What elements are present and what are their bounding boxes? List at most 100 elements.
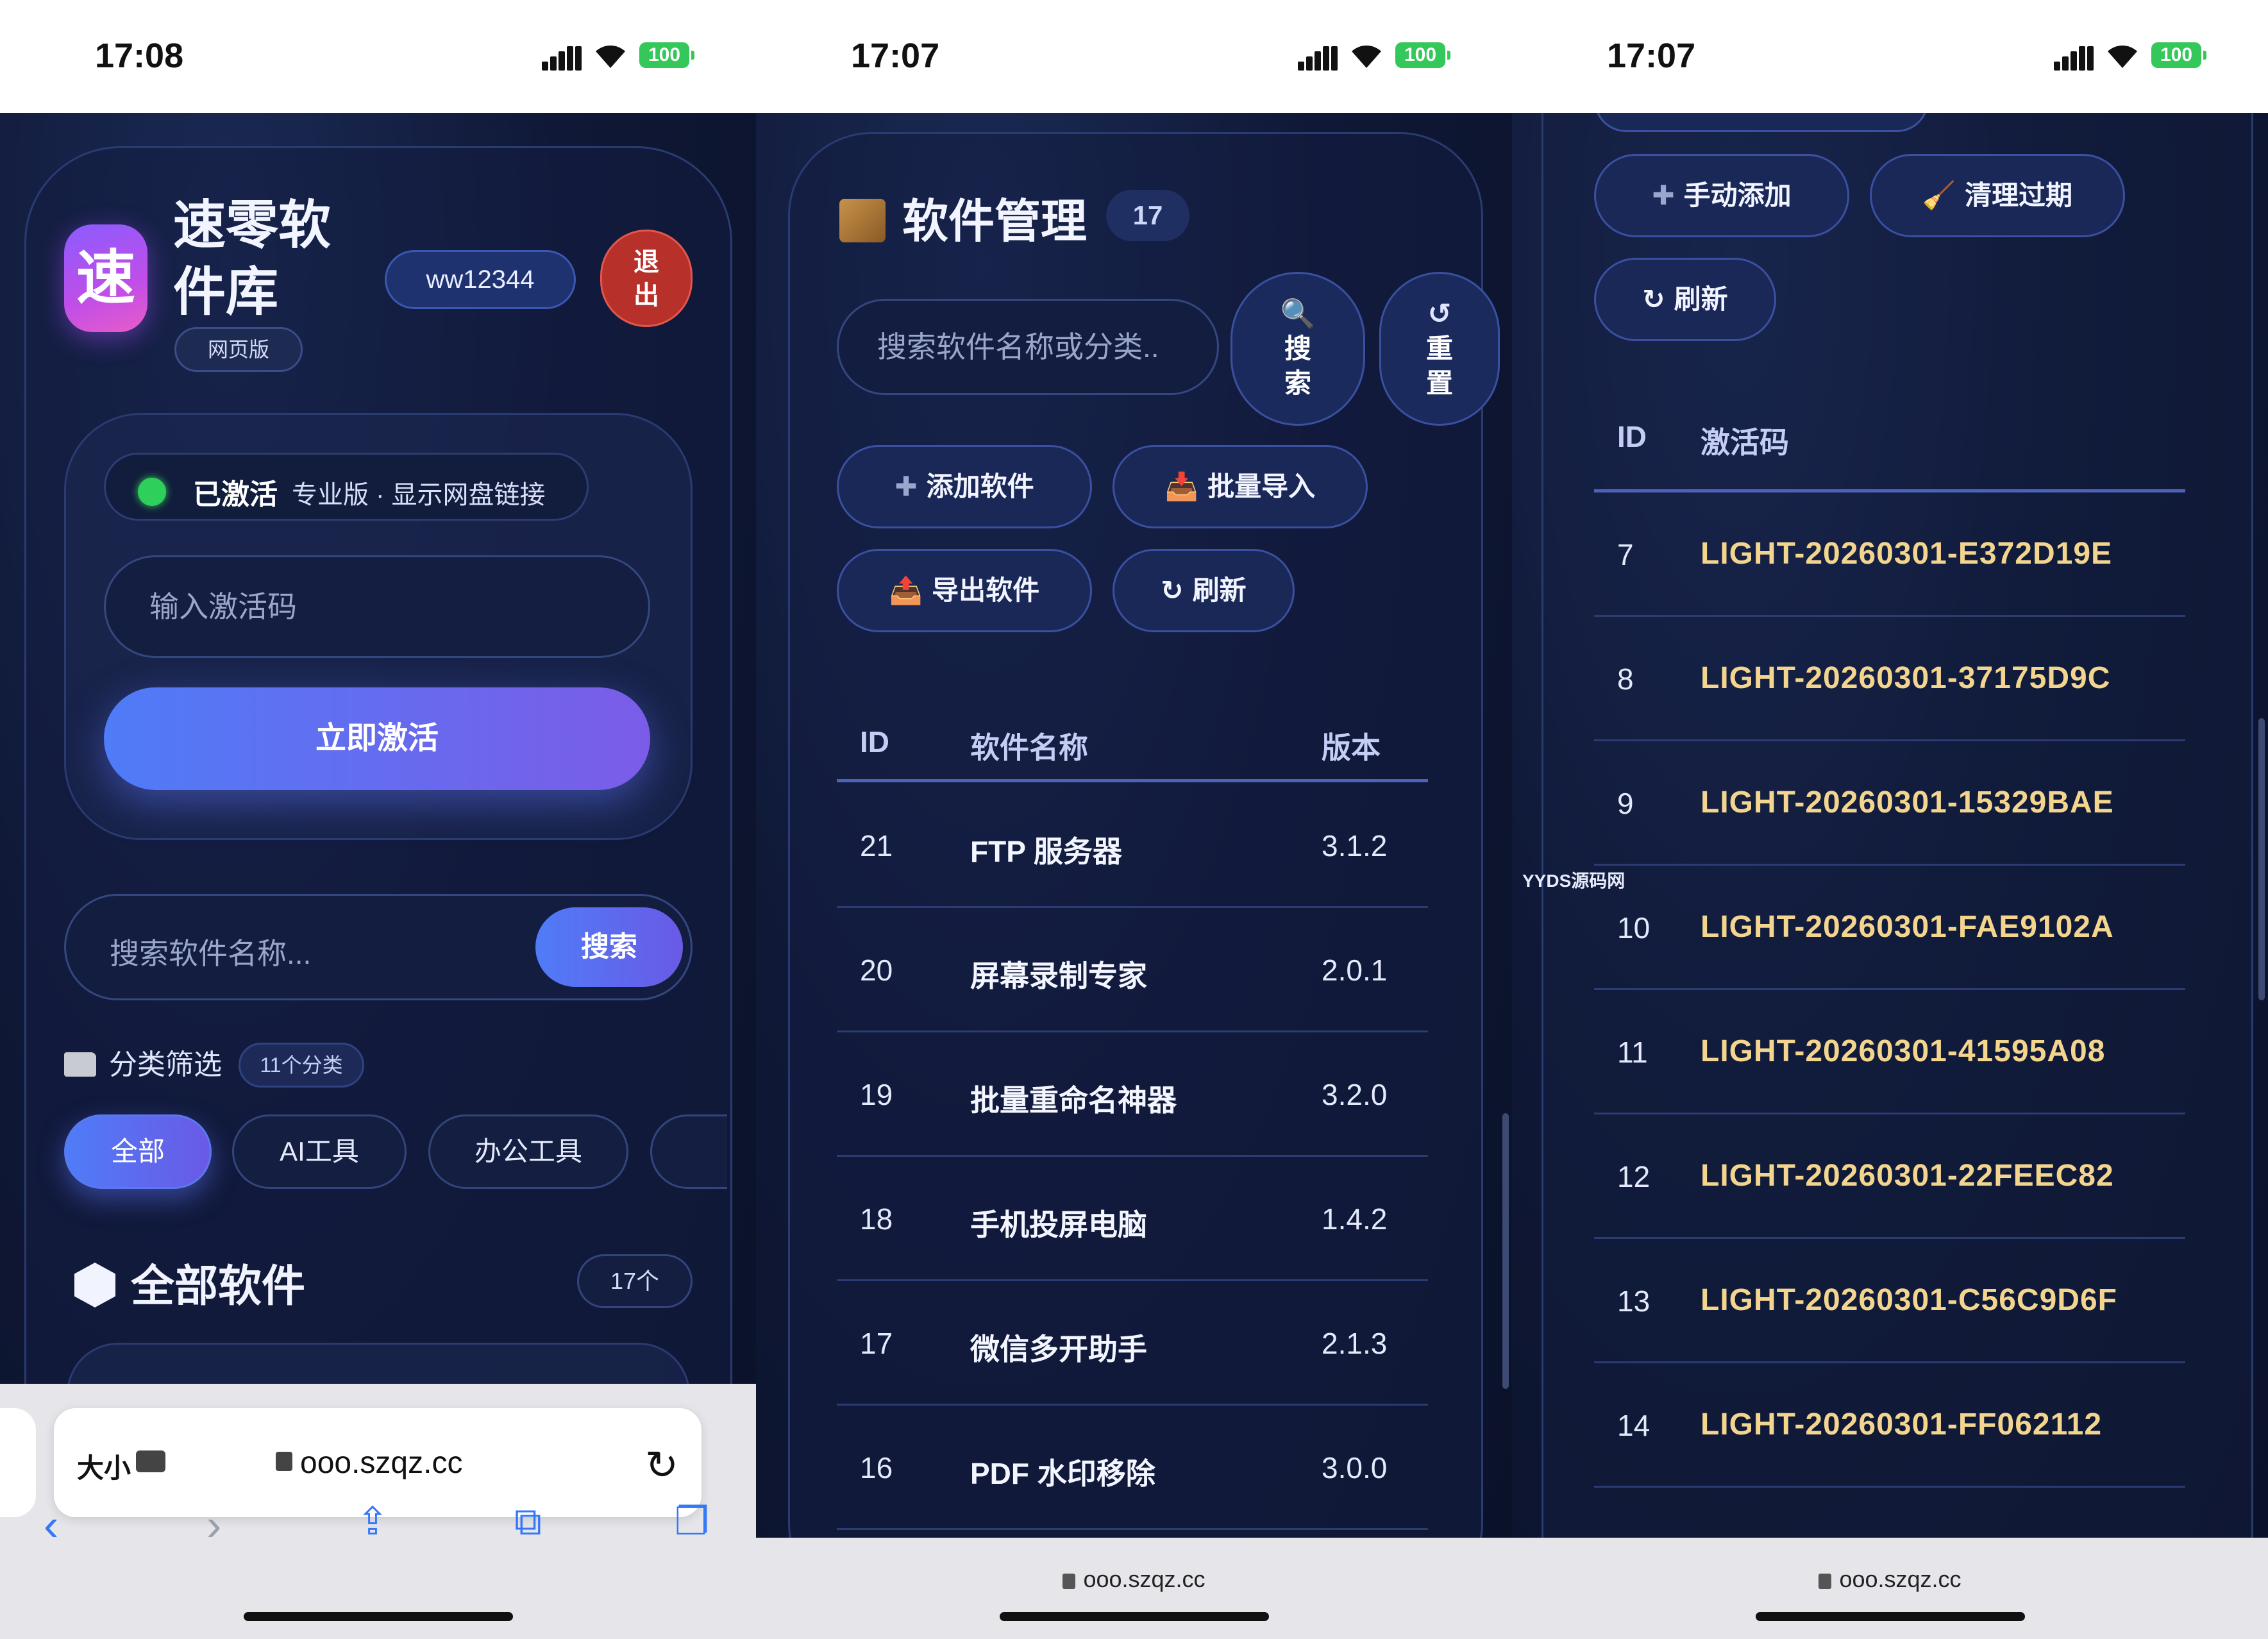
refresh-button[interactable]: ↻ 刷新 xyxy=(1113,549,1295,632)
category-chip-all[interactable]: 全部 xyxy=(64,1114,212,1189)
cell-id: 16 xyxy=(860,1451,893,1484)
web-version-badge: 网页版 xyxy=(174,327,303,372)
status-time: 17:08 xyxy=(95,37,184,75)
table-row[interactable]: 21 FTP 服务器 3.1.2 xyxy=(837,784,1428,908)
software-search-input[interactable]: 搜索软件名称或分类.. xyxy=(837,299,1219,395)
url-text: ooo.szqz.cc xyxy=(300,1446,463,1480)
cell-version: 3.1.2 xyxy=(1322,829,1388,862)
activation-code-input[interactable]: 输入激活码 xyxy=(104,555,650,658)
table-row[interactable]: 20 屏幕录制专家 2.0.1 xyxy=(837,908,1428,1032)
add-software-button[interactable]: ✚ 添加软件 xyxy=(837,445,1092,528)
batch-import-button[interactable]: 📥 批量导入 xyxy=(1113,445,1368,528)
table-row[interactable]: 11 LIGHT-20260301-41595A08 xyxy=(1594,990,2185,1114)
cell-name: FTP 服务器 xyxy=(970,835,1122,868)
cell-version: 3.2.0 xyxy=(1322,1078,1388,1111)
table-row[interactable]: 16 PDF 水印移除 3.0.0 xyxy=(837,1406,1428,1530)
table-row[interactable]: 10 LIGHT-20260301-FAE9102A xyxy=(1594,866,2185,990)
table-row[interactable]: 12 LIGHT-20260301-22FEEC82 xyxy=(1594,1114,2185,1239)
table-row[interactable]: 17 微信多开助手 2.1.3 xyxy=(837,1281,1428,1406)
status-bar: 17:08 100 xyxy=(0,0,756,113)
home-indicator xyxy=(1000,1612,1269,1621)
cell-id: 20 xyxy=(860,954,893,987)
table-row[interactable]: 19 批量重命名神器 3.2.0 xyxy=(837,1032,1428,1157)
share-icon[interactable]: ⇪ xyxy=(357,1499,389,1544)
cell-name: 批量重命名神器 xyxy=(970,1084,1177,1117)
lock-icon xyxy=(1063,1574,1076,1589)
activate-button[interactable]: 立即激活 xyxy=(104,687,650,790)
username-pill[interactable]: ww12344 xyxy=(385,250,576,309)
column-id[interactable]: ID xyxy=(1617,419,1647,454)
category-filter-label: 分类筛选 xyxy=(64,1041,222,1082)
table-row[interactable]: 13 LIGHT-20260301-C56C9D6F xyxy=(1594,1239,2185,1363)
page-title: 软件管理 xyxy=(839,183,1087,251)
url-text[interactable]: ooo.szqz.cc xyxy=(1512,1566,2268,1593)
text-size-button[interactable]: 大小 xyxy=(77,1447,131,1486)
signal-icon xyxy=(1298,45,1338,71)
software-search-input[interactable]: 搜索软件名称... xyxy=(110,930,311,973)
phone-screen-admin-software: 17:07 100 软件管理 17 搜索软件名称或分类.. 🔍 搜 索 ↺ 重 … xyxy=(756,0,1512,1639)
category-chip-more[interactable] xyxy=(650,1114,727,1189)
lock-icon xyxy=(276,1452,292,1471)
browser-toolbar: ooo.szqz.cc xyxy=(756,1538,1512,1639)
category-chip-office[interactable]: 办公工具 xyxy=(428,1114,628,1189)
app-name-line1: 速零软 xyxy=(173,196,332,255)
home-indicator xyxy=(1756,1612,2025,1621)
clean-expired-button[interactable]: 🧹 清理过期 xyxy=(1870,154,2125,237)
cell-code: LIGHT-20260301-41595A08 xyxy=(1701,1034,2106,1068)
logout-button[interactable]: 退 出 xyxy=(600,230,693,327)
all-software-title: 全部软件 xyxy=(131,1262,306,1311)
back-icon[interactable]: ‹ xyxy=(44,1499,58,1551)
cell-name: 手机投屏电脑 xyxy=(970,1208,1147,1241)
reload-icon[interactable]: ↻ xyxy=(645,1441,678,1488)
cell-id: 7 xyxy=(1617,538,1634,571)
reset-button[interactable]: ↺ 重 置 xyxy=(1379,272,1500,426)
export-software-button[interactable]: 📤 导出软件 xyxy=(837,549,1092,632)
cell-version: 2.1.3 xyxy=(1322,1327,1388,1360)
table-row[interactable]: 14 LIGHT-20260301-FF062112 xyxy=(1594,1363,2185,1488)
column-id[interactable]: ID xyxy=(860,725,889,759)
manual-add-label: 手动添加 xyxy=(1683,180,1792,210)
refresh-label: 刷新 xyxy=(1192,575,1247,605)
cell-name: PDF 水印移除 xyxy=(970,1457,1155,1490)
refresh-label: 刷新 xyxy=(1674,284,1728,314)
table-row[interactable]: 7 LIGHT-20260301-E372D19E xyxy=(1594,492,2185,617)
table-row[interactable]: 18 手机投屏电脑 1.4.2 xyxy=(837,1157,1428,1281)
cell-version: 1.4.2 xyxy=(1322,1202,1388,1236)
browser-toolbar: ooo.szqz.cc xyxy=(1512,1538,2268,1639)
broom-icon: 🧹 xyxy=(1922,180,1956,210)
status-bar: 17:07 100 xyxy=(756,0,1512,113)
lock-icon xyxy=(1819,1574,1832,1589)
table-row[interactable]: 8 LIGHT-20260301-37175D9C xyxy=(1594,617,2185,741)
column-name[interactable]: 软件名称 xyxy=(970,725,1088,767)
category-count-badge: 11个分类 xyxy=(239,1043,364,1088)
app-logo: 速 xyxy=(64,224,147,332)
manual-add-button[interactable]: ✚ 手动添加 xyxy=(1594,154,1849,237)
url-text[interactable]: ooo.szqz.cc xyxy=(756,1566,1512,1593)
cell-code: LIGHT-20260301-FF062112 xyxy=(1701,1408,2103,1441)
wifi-icon xyxy=(2108,46,2137,68)
cell-name: 微信多开助手 xyxy=(970,1332,1147,1366)
status-bar: 17:07 100 xyxy=(1512,0,2268,113)
refresh-button[interactable]: ↻ 刷新 xyxy=(1594,258,1776,341)
tabs-icon[interactable]: ❐ xyxy=(675,1499,709,1544)
battery-icon: 100 xyxy=(1395,42,1450,68)
inbox-tray-icon: 📥 xyxy=(1164,471,1199,501)
cell-code: LIGHT-20260301-E372D19E xyxy=(1701,537,2113,571)
table-row[interactable]: 9 LIGHT-20260301-15329BAE xyxy=(1594,741,2185,866)
search-button[interactable]: 🔍 搜 索 xyxy=(1231,272,1365,426)
cell-id: 9 xyxy=(1617,787,1634,820)
bookmarks-icon[interactable]: ⧉ xyxy=(514,1499,542,1544)
cell-code: LIGHT-20260301-22FEEC82 xyxy=(1701,1159,2114,1193)
scrollbar[interactable] xyxy=(2258,718,2265,1000)
logout-label-2: 出 xyxy=(634,282,659,310)
cell-id: 18 xyxy=(860,1202,893,1236)
scrollbar[interactable] xyxy=(1502,1113,1509,1389)
column-code[interactable]: 激活码 xyxy=(1701,419,1789,462)
search-button[interactable]: 搜索 xyxy=(535,907,683,987)
category-chip-ai[interactable]: AI工具 xyxy=(232,1114,407,1189)
forward-icon[interactable]: › xyxy=(206,1499,221,1551)
phone-screen-admin-codes: 17:07 100 ✚ 手动添加 🧹 清理过期 ↻ 刷新 ID 激活码 7 LIGHT… xyxy=(1512,0,2268,1639)
extension-icon[interactable] xyxy=(136,1450,165,1472)
status-dot-icon xyxy=(138,478,166,506)
column-version[interactable]: 版本 xyxy=(1322,725,1381,767)
